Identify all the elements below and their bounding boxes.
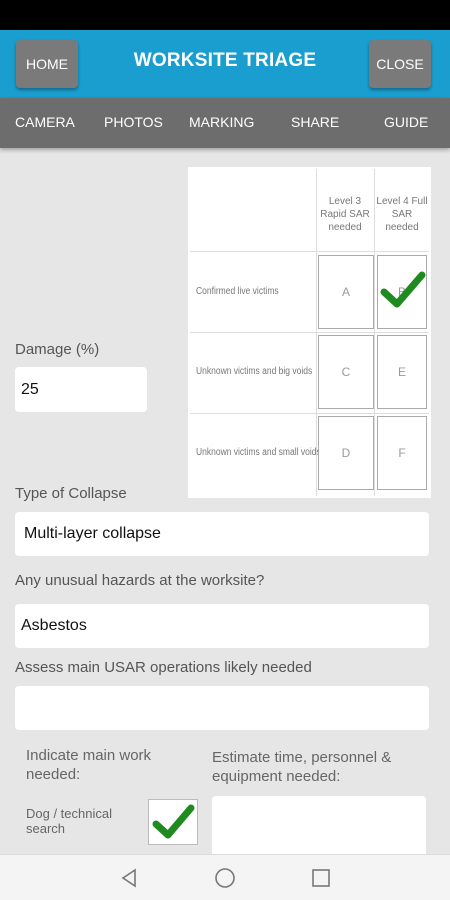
damage-label: Damage (%) [15, 341, 100, 358]
hazards-input[interactable]: Asbestos [15, 604, 429, 648]
operations-input[interactable] [15, 686, 429, 730]
dog-search-label: Dog / technical search [26, 806, 112, 836]
home-circle-icon[interactable] [214, 867, 236, 889]
matrix-cell[interactable]: A [318, 255, 374, 329]
work-needed-label: Indicate main work needed: [26, 747, 152, 783]
matrix-cell[interactable]: F [377, 416, 427, 490]
tab-photos[interactable]: PHOTOS [104, 114, 163, 130]
home-button[interactable]: HOME [16, 40, 78, 88]
tab-share[interactable]: SHARE [291, 114, 339, 130]
checkmark-icon [152, 804, 195, 839]
form-content: Level 3 Rapid SAR needed Level 4 Full SA… [0, 148, 450, 854]
matrix-divider [190, 413, 429, 414]
checkmark-icon [380, 271, 426, 308]
collapse-label: Type of Collapse [15, 485, 127, 502]
matrix-cell[interactable]: C [318, 335, 374, 409]
back-icon[interactable] [118, 867, 140, 889]
page-title: WORKSITE TRIAGE [133, 50, 317, 71]
matrix-cell-checked[interactable]: B [377, 255, 427, 329]
status-bar [0, 0, 450, 30]
tab-marking[interactable]: MARKING [189, 114, 254, 130]
operations-label: Assess main USAR operations likely neede… [15, 659, 312, 676]
matrix-cell[interactable]: E [377, 335, 427, 409]
estimate-label: Estimate time, personnel & equipment nee… [212, 749, 392, 785]
system-nav-bar [0, 854, 450, 900]
matrix-divider [190, 332, 429, 333]
damage-input[interactable]: 25 [15, 367, 147, 412]
hazards-label: Any unusual hazards at the worksite? [15, 572, 265, 589]
recents-square-icon[interactable] [310, 867, 332, 889]
matrix-col-header: Level 4 Full SAR needed [376, 196, 428, 233]
matrix-cell[interactable]: D [318, 416, 374, 490]
matrix-row-label: Unknown victims and small voids [196, 447, 321, 458]
dog-search-checkbox[interactable] [148, 799, 198, 845]
matrix-row-label: Confirmed live victims [196, 286, 279, 297]
tab-camera[interactable]: CAMERA [15, 114, 75, 130]
estimate-input[interactable] [212, 796, 426, 854]
matrix-row-label: Unknown victims and big voids [196, 366, 313, 377]
matrix-divider [190, 251, 429, 252]
close-button[interactable]: CLOSE [369, 40, 431, 88]
screen: HOME WORKSITE TRIAGE CLOSE CAMERA PHOTOS… [0, 0, 450, 900]
collapse-type-input[interactable]: Multi-layer collapse [15, 512, 429, 556]
triage-matrix-image: Level 3 Rapid SAR needed Level 4 Full SA… [188, 167, 431, 498]
app-bar: HOME WORKSITE TRIAGE CLOSE [0, 30, 450, 98]
matrix-col-header: Level 3 Rapid SAR needed [320, 196, 370, 233]
tab-bar: CAMERA PHOTOS MARKING SHARE GUIDE [0, 98, 450, 148]
tab-guide[interactable]: GUIDE [384, 114, 428, 130]
